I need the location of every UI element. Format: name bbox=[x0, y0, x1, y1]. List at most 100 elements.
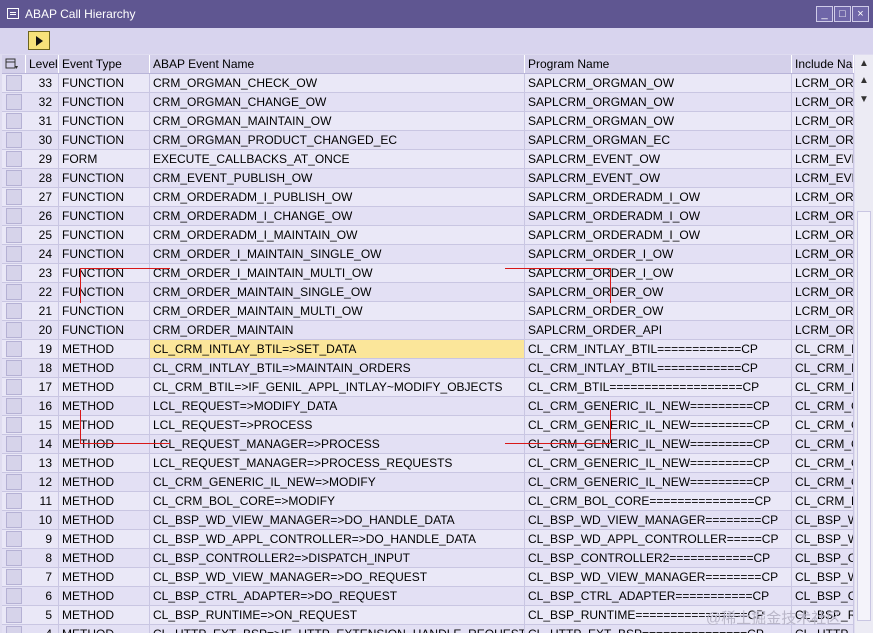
row-selector[interactable] bbox=[6, 474, 22, 490]
table-row[interactable]: 16 METHOD LCL_REQUEST=>MODIFY_DATA CL_CRM_G… bbox=[2, 397, 854, 416]
row-selector[interactable] bbox=[6, 493, 22, 509]
table-row[interactable]: 11 METHOD CL_CRM_BOL_CORE=>MODIFY CL_CRM_BO… bbox=[2, 492, 854, 511]
row-selector[interactable] bbox=[6, 113, 22, 129]
cell-abap-event-name[interactable]: CL_CRM_INTLAY_BTIL=>SET_DATA bbox=[150, 340, 525, 358]
table-row[interactable]: 29 FORM EXECUTE_CALLBACKS_AT_ONCE SAPLCRM_E… bbox=[2, 150, 854, 169]
close-button[interactable]: × bbox=[852, 6, 869, 22]
row-selector[interactable] bbox=[6, 531, 22, 547]
table-row[interactable]: 17 METHOD CL_CRM_BTIL=>IF_GENIL_APPL_INTLA… bbox=[2, 378, 854, 397]
column-header-program-name[interactable]: Program Name bbox=[525, 55, 792, 73]
row-selector[interactable] bbox=[6, 94, 22, 110]
scrollbar-thumb[interactable] bbox=[857, 211, 871, 621]
cell-abap-event-name[interactable]: CL_BSP_WD_VIEW_MANAGER=>DO_REQUEST bbox=[150, 568, 525, 586]
maximize-button[interactable]: □ bbox=[834, 6, 851, 22]
table-row[interactable]: 19 METHOD CL_CRM_INTLAY_BTIL=>SET_DATA CL_C… bbox=[2, 340, 854, 359]
cell-abap-event-name[interactable]: CL_CRM_GENERIC_IL_NEW=>MODIFY bbox=[150, 473, 525, 491]
cell-abap-event-name[interactable]: CL_BSP_CONTROLLER2=>DISPATCH_INPUT bbox=[150, 549, 525, 567]
table-row[interactable]: 33 FUNCTION CRM_ORGMAN_CHECK_OW SAPLCRM_ORG… bbox=[2, 74, 854, 93]
table-row[interactable]: 20 FUNCTION CRM_ORDER_MAINTAIN SAPLCRM_ORDE… bbox=[2, 321, 854, 340]
row-selector[interactable] bbox=[6, 550, 22, 566]
cell-abap-event-name[interactable]: CL_BSP_RUNTIME=>ON_REQUEST bbox=[150, 606, 525, 624]
column-layout-icon[interactable] bbox=[2, 55, 26, 73]
play-icon[interactable] bbox=[28, 31, 50, 50]
column-header-event-type[interactable]: Event Type bbox=[59, 55, 150, 73]
cell-abap-event-name[interactable]: CRM_ORGMAN_CHECK_OW bbox=[150, 74, 525, 92]
cell-abap-event-name[interactable]: LCL_REQUEST_MANAGER=>PROCESS bbox=[150, 435, 525, 453]
cell-abap-event-name[interactable]: CL_HTTP_EXT_BSP=>IF_HTTP_EXTENSION~HANDL… bbox=[150, 625, 525, 633]
cell-abap-event-name[interactable]: CL_CRM_BTIL=>IF_GENIL_APPL_INTLAY~MODIFY… bbox=[150, 378, 525, 396]
table-row[interactable]: 14 METHOD LCL_REQUEST_MANAGER=>PROCESS CL_C… bbox=[2, 435, 854, 454]
cell-abap-event-name[interactable]: CRM_ORDERADM_I_CHANGE_OW bbox=[150, 207, 525, 225]
table-row[interactable]: 8 METHOD CL_BSP_CONTROLLER2=>DISPATCH_INPU… bbox=[2, 549, 854, 568]
row-selector[interactable] bbox=[6, 303, 22, 319]
table-row[interactable]: 21 FUNCTION CRM_ORDER_MAINTAIN_MULTI_OW SAP… bbox=[2, 302, 854, 321]
row-selector[interactable] bbox=[6, 170, 22, 186]
table-row[interactable]: 15 METHOD LCL_REQUEST=>PROCESS CL_CRM_GENER… bbox=[2, 416, 854, 435]
table-row[interactable]: 10 METHOD CL_BSP_WD_VIEW_MANAGER=>DO_HANDL… bbox=[2, 511, 854, 530]
row-selector[interactable] bbox=[6, 360, 22, 376]
row-selector[interactable] bbox=[6, 208, 22, 224]
table-row[interactable]: 26 FUNCTION CRM_ORDERADM_I_CHANGE_OW SAPLCR… bbox=[2, 207, 854, 226]
cell-abap-event-name[interactable]: CL_CRM_BOL_CORE=>MODIFY bbox=[150, 492, 525, 510]
table-row[interactable]: 23 FUNCTION CRM_ORDER_I_MAINTAIN_MULTI_OW S… bbox=[2, 264, 854, 283]
row-selector[interactable] bbox=[6, 569, 22, 585]
cell-abap-event-name[interactable]: CRM_ORDER_MAINTAIN_MULTI_OW bbox=[150, 302, 525, 320]
table-row[interactable]: 24 FUNCTION CRM_ORDER_I_MAINTAIN_SINGLE_OW… bbox=[2, 245, 854, 264]
table-row[interactable]: 6 METHOD CL_BSP_CTRL_ADAPTER=>DO_REQUEST CL… bbox=[2, 587, 854, 606]
row-selector[interactable] bbox=[6, 455, 22, 471]
row-selector[interactable] bbox=[6, 151, 22, 167]
scroll-page-up-icon[interactable]: ▲ bbox=[857, 74, 871, 88]
table-row[interactable]: 32 FUNCTION CRM_ORGMAN_CHANGE_OW SAPLCRM_OR… bbox=[2, 93, 854, 112]
cell-abap-event-name[interactable]: CL_CRM_INTLAY_BTIL=>MAINTAIN_ORDERS bbox=[150, 359, 525, 377]
row-selector[interactable] bbox=[6, 265, 22, 281]
column-header-abap-event-name[interactable]: ABAP Event Name bbox=[150, 55, 525, 73]
table-row[interactable]: 13 METHOD LCL_REQUEST_MANAGER=>PROCESS_REQ… bbox=[2, 454, 854, 473]
cell-abap-event-name[interactable]: CRM_ORGMAN_MAINTAIN_OW bbox=[150, 112, 525, 130]
row-selector[interactable] bbox=[6, 607, 22, 623]
scroll-top-icon[interactable]: ▲ bbox=[857, 57, 871, 71]
column-header-level[interactable]: Level bbox=[26, 55, 59, 73]
row-selector[interactable] bbox=[6, 284, 22, 300]
cell-abap-event-name[interactable]: LCL_REQUEST=>MODIFY_DATA bbox=[150, 397, 525, 415]
row-selector[interactable] bbox=[6, 189, 22, 205]
row-selector[interactable] bbox=[6, 398, 22, 414]
cell-abap-event-name[interactable]: CRM_ORDERADM_I_MAINTAIN_OW bbox=[150, 226, 525, 244]
table-row[interactable]: 9 METHOD CL_BSP_WD_APPL_CONTROLLER=>DO_HAN… bbox=[2, 530, 854, 549]
table-row[interactable]: 27 FUNCTION CRM_ORDERADM_I_PUBLISH_OW SAPLC… bbox=[2, 188, 854, 207]
row-selector[interactable] bbox=[6, 588, 22, 604]
cell-abap-event-name[interactable]: CL_BSP_CTRL_ADAPTER=>DO_REQUEST bbox=[150, 587, 525, 605]
cell-abap-event-name[interactable]: LCL_REQUEST_MANAGER=>PROCESS_REQUESTS bbox=[150, 454, 525, 472]
table-row[interactable]: 22 FUNCTION CRM_ORDER_MAINTAIN_SINGLE_OW SA… bbox=[2, 283, 854, 302]
row-selector[interactable] bbox=[6, 75, 22, 91]
cell-abap-event-name[interactable]: CL_BSP_WD_VIEW_MANAGER=>DO_HANDLE_DATA bbox=[150, 511, 525, 529]
table-row[interactable]: 18 METHOD CL_CRM_INTLAY_BTIL=>MAINTAIN_ORD… bbox=[2, 359, 854, 378]
table-row[interactable]: 31 FUNCTION CRM_ORGMAN_MAINTAIN_OW SAPLCRM_… bbox=[2, 112, 854, 131]
row-selector[interactable] bbox=[6, 436, 22, 452]
vertical-scrollbar[interactable]: ▲ ▲ ▼ bbox=[855, 55, 873, 633]
row-selector[interactable] bbox=[6, 227, 22, 243]
table-row[interactable]: 28 FUNCTION CRM_EVENT_PUBLISH_OW SAPLCRM_EV… bbox=[2, 169, 854, 188]
row-selector[interactable] bbox=[6, 246, 22, 262]
table-row[interactable]: 30 FUNCTION CRM_ORGMAN_PRODUCT_CHANGED_EC S… bbox=[2, 131, 854, 150]
column-header-include-name[interactable]: Include Na bbox=[792, 55, 854, 73]
cell-abap-event-name[interactable]: CRM_ORDER_MAINTAIN_SINGLE_OW bbox=[150, 283, 525, 301]
scroll-page-down-icon[interactable]: ▼ bbox=[857, 93, 871, 107]
row-selector[interactable] bbox=[6, 379, 22, 395]
row-selector[interactable] bbox=[6, 322, 22, 338]
cell-abap-event-name[interactable]: LCL_REQUEST=>PROCESS bbox=[150, 416, 525, 434]
table-row[interactable]: 25 FUNCTION CRM_ORDERADM_I_MAINTAIN_OW SAPL… bbox=[2, 226, 854, 245]
cell-abap-event-name[interactable]: CRM_ORDERADM_I_PUBLISH_OW bbox=[150, 188, 525, 206]
row-selector[interactable] bbox=[6, 132, 22, 148]
table-row[interactable]: 12 METHOD CL_CRM_GENERIC_IL_NEW=>MODIFY CL_… bbox=[2, 473, 854, 492]
cell-abap-event-name[interactable]: CRM_ORGMAN_PRODUCT_CHANGED_EC bbox=[150, 131, 525, 149]
cell-abap-event-name[interactable]: CRM_ORDER_I_MAINTAIN_MULTI_OW bbox=[150, 264, 525, 282]
cell-abap-event-name[interactable]: CRM_ORDER_MAINTAIN bbox=[150, 321, 525, 339]
cell-abap-event-name[interactable]: CRM_EVENT_PUBLISH_OW bbox=[150, 169, 525, 187]
cell-abap-event-name[interactable]: CL_BSP_WD_APPL_CONTROLLER=>DO_HANDLE_DAT… bbox=[150, 530, 525, 548]
cell-abap-event-name[interactable]: EXECUTE_CALLBACKS_AT_ONCE bbox=[150, 150, 525, 168]
table-row[interactable]: 7 METHOD CL_BSP_WD_VIEW_MANAGER=>DO_REQUES… bbox=[2, 568, 854, 587]
cell-abap-event-name[interactable]: CRM_ORGMAN_CHANGE_OW bbox=[150, 93, 525, 111]
row-selector[interactable] bbox=[6, 626, 22, 633]
row-selector[interactable] bbox=[6, 512, 22, 528]
row-selector[interactable] bbox=[6, 417, 22, 433]
